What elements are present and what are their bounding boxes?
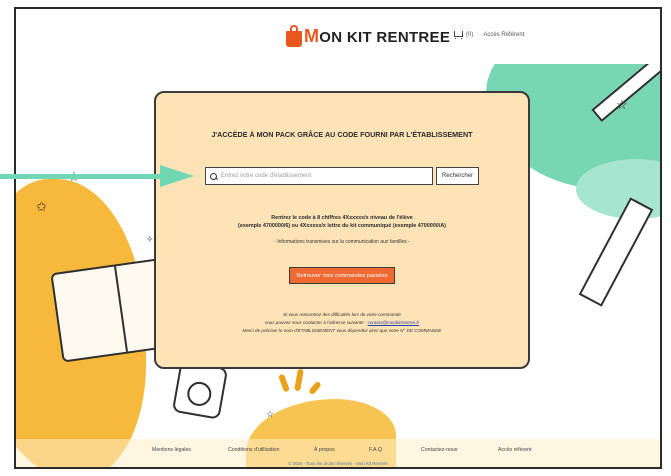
spark-decoration [278, 373, 290, 393]
cart-icon[interactable] [453, 31, 463, 39]
star-icon: ✩ [36, 199, 47, 214]
search-button[interactable]: Rechercher [436, 167, 480, 185]
browser-page: ☆ ✩ ✧ ☆ ☆ MON KIT RENTREE (0) Accès Réfé… [14, 7, 662, 469]
star-icon: ✧ [146, 234, 154, 244]
search-icon [210, 172, 217, 180]
info-note: - Informations transmises sur la communi… [274, 239, 410, 245]
star-icon: ☆ [616, 97, 628, 112]
annotation-arrow-shaft [0, 174, 163, 179]
cart-count[interactable]: (0) [466, 32, 473, 38]
sharpener-illustration [171, 360, 229, 420]
access-code-card: J'ACCÈDE À MON PACK GRÂCE AU CODE FOURNI… [154, 91, 530, 369]
copyright: © 2024 - Tous les droits réservés - Mon … [288, 461, 388, 466]
spark-decoration [294, 368, 304, 392]
site-footer: Mentions légales Conditions d'utilisatio… [16, 439, 660, 467]
search-placeholder: Entrez votre code d'établissement [221, 173, 312, 179]
site-logo[interactable]: MON KIT RENTREE [286, 25, 450, 47]
footer-link-faq[interactable]: F.A.Q [369, 447, 382, 453]
site-header: MON KIT RENTREE (0) Accès Référent [16, 9, 660, 64]
footer-link-contact[interactable]: Contactez-nous [421, 447, 457, 453]
header-actions: (0) Accès Référent [453, 31, 524, 39]
spark-decoration [308, 380, 322, 396]
contact-email-link[interactable]: contact@monkitrentree.fr [368, 320, 420, 325]
shopping-bag-logo-icon [286, 25, 302, 47]
establishment-code-input[interactable]: Entrez votre code d'établissement [205, 167, 433, 185]
star-icon: ☆ [266, 409, 275, 419]
footer-link-terms[interactable]: Conditions d'utilisation [228, 447, 279, 453]
help-text: Si vous rencontrez des difficultés lors … [242, 312, 442, 333]
code-instructions: Rentrez le code à 8 chiffres 4Xxxxxx/x n… [238, 215, 446, 229]
annotation-arrow-icon [160, 165, 194, 187]
find-orders-button[interactable]: Retrouver mes commandes passées [289, 267, 395, 284]
footer-link-referent[interactable]: Accès référent [498, 447, 531, 453]
footer-link-legal[interactable]: Mentions légales [152, 447, 191, 453]
referent-access-link[interactable]: Accès Référent [483, 32, 524, 38]
footer-link-about[interactable]: À propos [314, 447, 335, 453]
card-title: J'ACCÈDE À MON PACK GRÂCE AU CODE FOURNI… [211, 130, 473, 139]
code-search-row: Entrez votre code d'établissement Recher… [205, 167, 480, 185]
logo-text: MON KIT RENTREE [304, 26, 451, 46]
